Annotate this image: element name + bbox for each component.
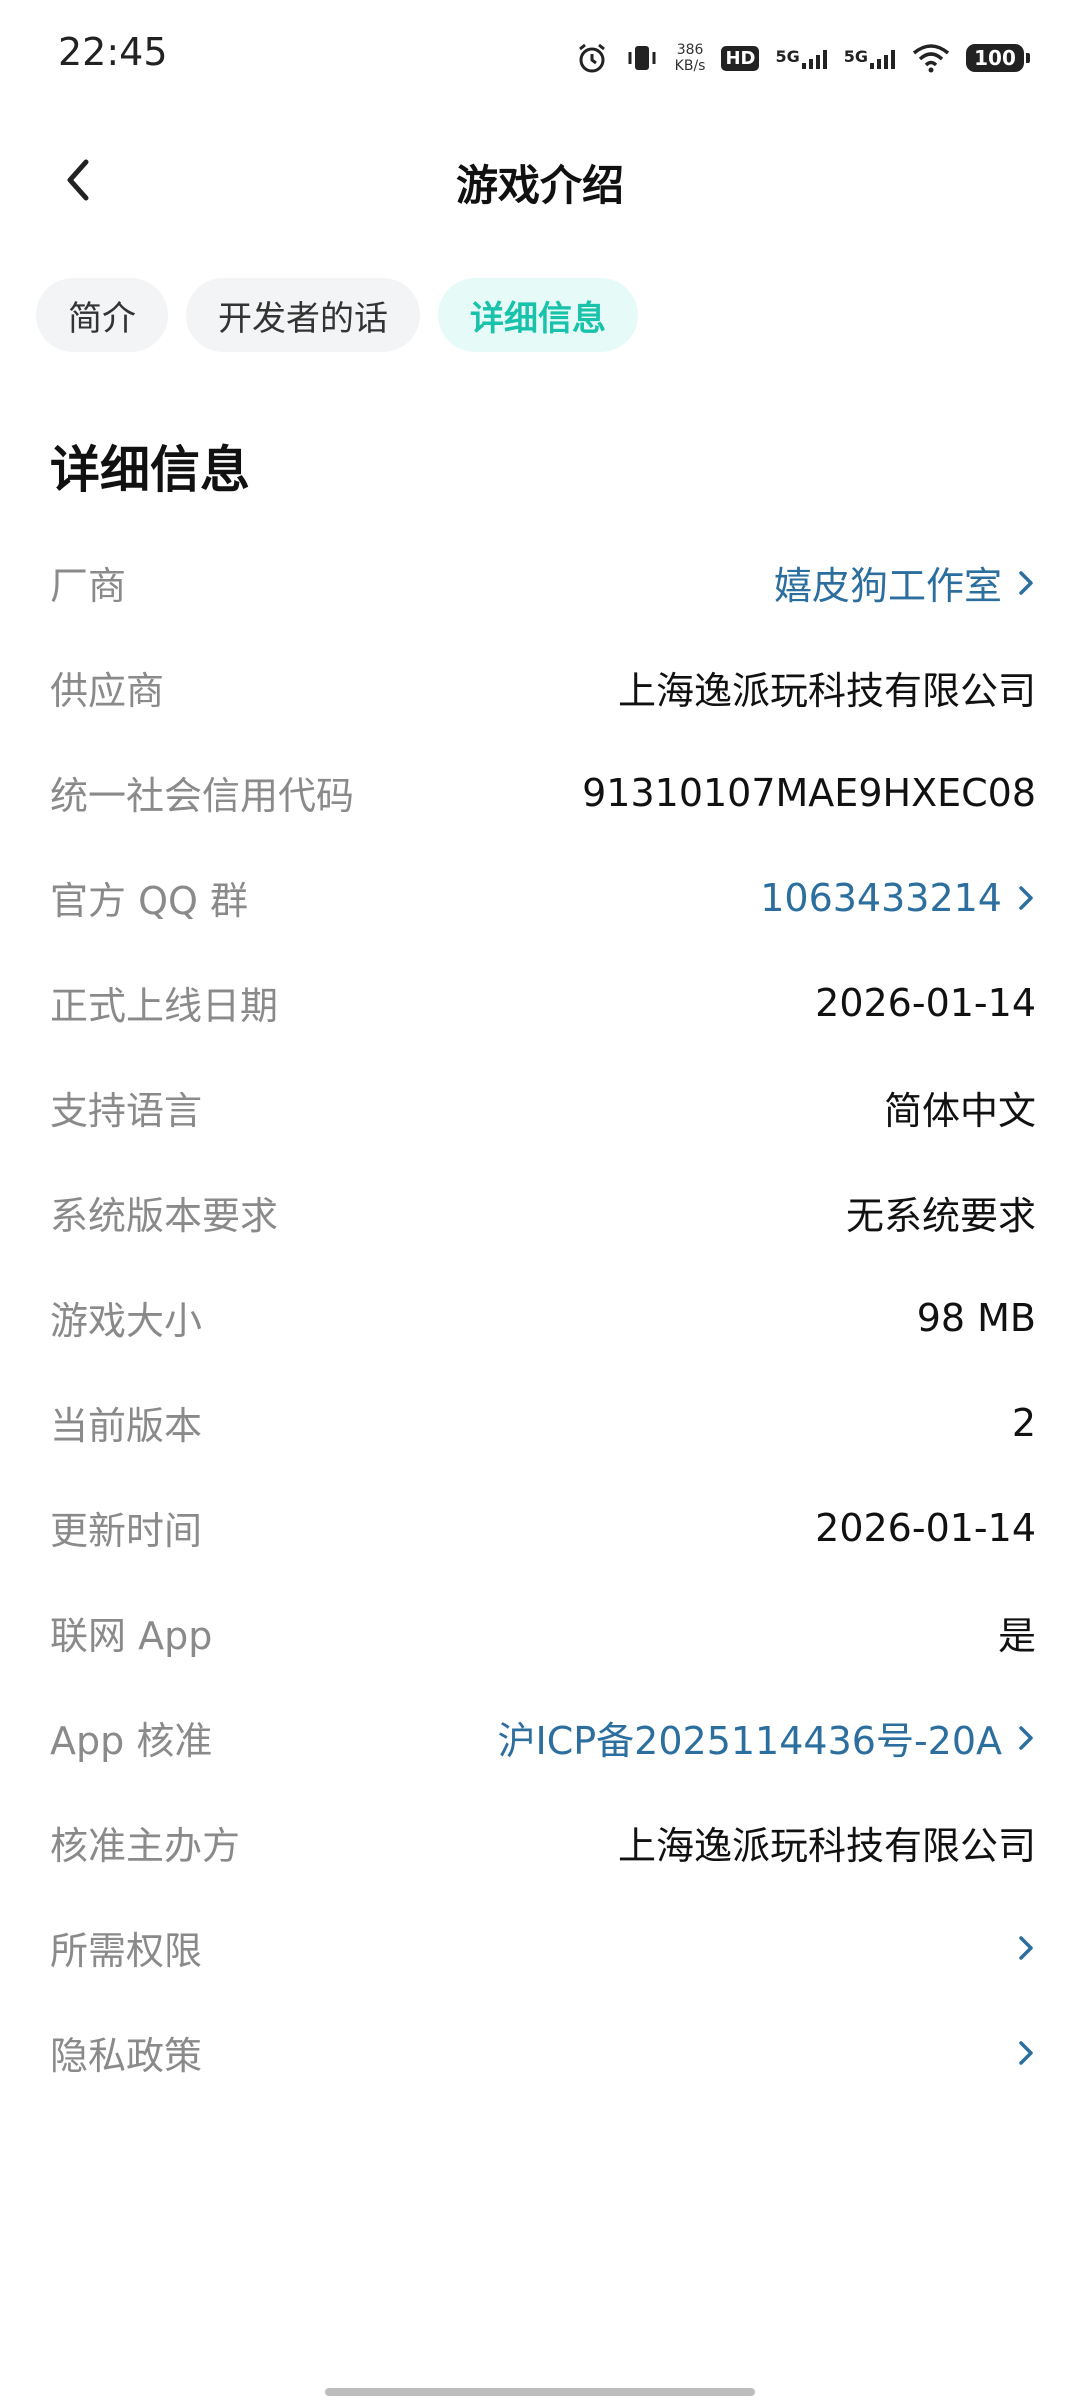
- row-release-date: 正式上线日期 2026-01-14: [50, 950, 1036, 1055]
- row-value: 2026-01-14: [815, 1505, 1036, 1550]
- tab-bar: 简介 开发者的话 详细信息: [36, 278, 638, 352]
- row-update-time: 更新时间 2026-01-14: [50, 1475, 1036, 1580]
- row-supplier: 供应商 上海逸派玩科技有限公司: [50, 635, 1036, 740]
- row-privacy-policy[interactable]: 隐私政策: [50, 2000, 1036, 2105]
- wifi-icon: [912, 43, 950, 73]
- row-label: 核准主办方: [50, 1824, 241, 1868]
- row-value: 简体中文: [883, 1089, 1036, 1133]
- row-value: 嬉皮狗工作室: [774, 555, 1036, 610]
- row-value: [1002, 2037, 1036, 2069]
- page-title: 游戏介绍: [455, 161, 624, 210]
- detail-list: 厂商 嬉皮狗工作室 供应商 上海逸派玩科技有限公司 统一社会信用代码 91310…: [50, 530, 1036, 2105]
- row-label: 游戏大小: [50, 1299, 203, 1343]
- qq-group-value: 1063433214: [760, 875, 1002, 920]
- status-icons: 386 KB/s HD 5G 5G 100: [575, 36, 1030, 80]
- row-credit-code: 统一社会信用代码 91310107MAE9HXEC08: [50, 740, 1036, 845]
- net-speed: 386 KB/s: [675, 42, 706, 74]
- row-approval-organizer: 核准主办方 上海逸派玩科技有限公司: [50, 1790, 1036, 1895]
- alarm-icon: [575, 41, 609, 75]
- row-label: 系统版本要求: [50, 1194, 279, 1238]
- status-time: 22:45: [58, 30, 168, 74]
- row-qq-group[interactable]: 官方 QQ 群 1063433214: [50, 845, 1036, 950]
- row-current-version: 当前版本 2: [50, 1370, 1036, 1475]
- row-label: 供应商: [50, 669, 165, 713]
- row-online-app: 联网 App 是: [50, 1580, 1036, 1685]
- chevron-right-icon: [1019, 2040, 1033, 2065]
- tab-developer-notes[interactable]: 开发者的话: [186, 278, 420, 352]
- vibrate-icon: [625, 41, 659, 75]
- row-label: 统一社会信用代码: [50, 774, 355, 818]
- row-value: 无系统要求: [845, 1194, 1036, 1238]
- status-bar: 22:45 386 KB/s HD 5G 5G 100: [0, 0, 1080, 110]
- row-label: 官方 QQ 群: [50, 879, 248, 923]
- section-title: 详细信息: [50, 441, 250, 499]
- icp-value: 沪ICP备2025114436号-20A: [497, 1719, 1002, 1763]
- tab-details[interactable]: 详细信息: [438, 278, 638, 352]
- row-languages: 支持语言 简体中文: [50, 1055, 1036, 1160]
- row-value: 上海逸派玩科技有限公司: [617, 1824, 1036, 1868]
- home-indicator[interactable]: [325, 2388, 755, 2396]
- row-vendor[interactable]: 厂商 嬉皮狗工作室: [50, 530, 1036, 635]
- row-value: 91310107MAE9HXEC08: [582, 770, 1036, 815]
- row-label: 更新时间: [50, 1509, 203, 1553]
- row-value: 沪ICP备2025114436号-20A: [498, 1710, 1036, 1765]
- tab-intro[interactable]: 简介: [36, 278, 168, 352]
- row-label: 所需权限: [50, 1929, 203, 1973]
- row-label: 当前版本: [50, 1404, 203, 1448]
- signal-label-1: 5G: [775, 47, 800, 66]
- row-label: App 核准: [50, 1719, 213, 1763]
- row-label: 隐私政策: [50, 2034, 203, 2078]
- row-value: 是: [997, 1614, 1036, 1658]
- row-label: 正式上线日期: [50, 984, 279, 1028]
- battery-icon: 100: [966, 44, 1030, 72]
- signal-5g-icon-1: 5G: [775, 47, 827, 69]
- app-page: 22:45 386 KB/s HD 5G 5G 100 游戏介绍 简介 开发者的…: [0, 0, 1080, 2400]
- row-value: 2: [1011, 1400, 1036, 1445]
- row-label: 联网 App: [50, 1614, 213, 1658]
- row-value: 上海逸派玩科技有限公司: [617, 669, 1036, 713]
- hd-label: HD: [721, 45, 760, 71]
- net-speed-unit: KB/s: [674, 58, 706, 74]
- row-permissions[interactable]: 所需权限: [50, 1895, 1036, 2000]
- hd-icon: HD: [721, 45, 760, 71]
- net-speed-value: 386: [676, 42, 704, 58]
- row-value: [1002, 1932, 1036, 1964]
- chevron-right-icon: [1019, 570, 1033, 595]
- row-system-requirements: 系统版本要求 无系统要求: [50, 1160, 1036, 1265]
- row-value: 2026-01-14: [815, 980, 1036, 1025]
- vendor-value: 嬉皮狗工作室: [773, 564, 1002, 608]
- row-label: 厂商: [50, 564, 127, 608]
- chevron-right-icon: [1019, 1935, 1033, 1960]
- row-value: 1063433214: [760, 876, 1036, 920]
- signal-label-2: 5G: [843, 47, 868, 66]
- row-value: 98 MB: [916, 1295, 1036, 1340]
- chevron-right-icon: [1019, 885, 1033, 910]
- header: 游戏介绍: [0, 130, 1080, 230]
- signal-5g-icon-2: 5G: [844, 47, 896, 69]
- chevron-right-icon: [1019, 1725, 1033, 1750]
- row-app-approval[interactable]: App 核准 沪ICP备2025114436号-20A: [50, 1685, 1036, 1790]
- row-label: 支持语言: [50, 1089, 203, 1133]
- row-game-size: 游戏大小 98 MB: [50, 1265, 1036, 1370]
